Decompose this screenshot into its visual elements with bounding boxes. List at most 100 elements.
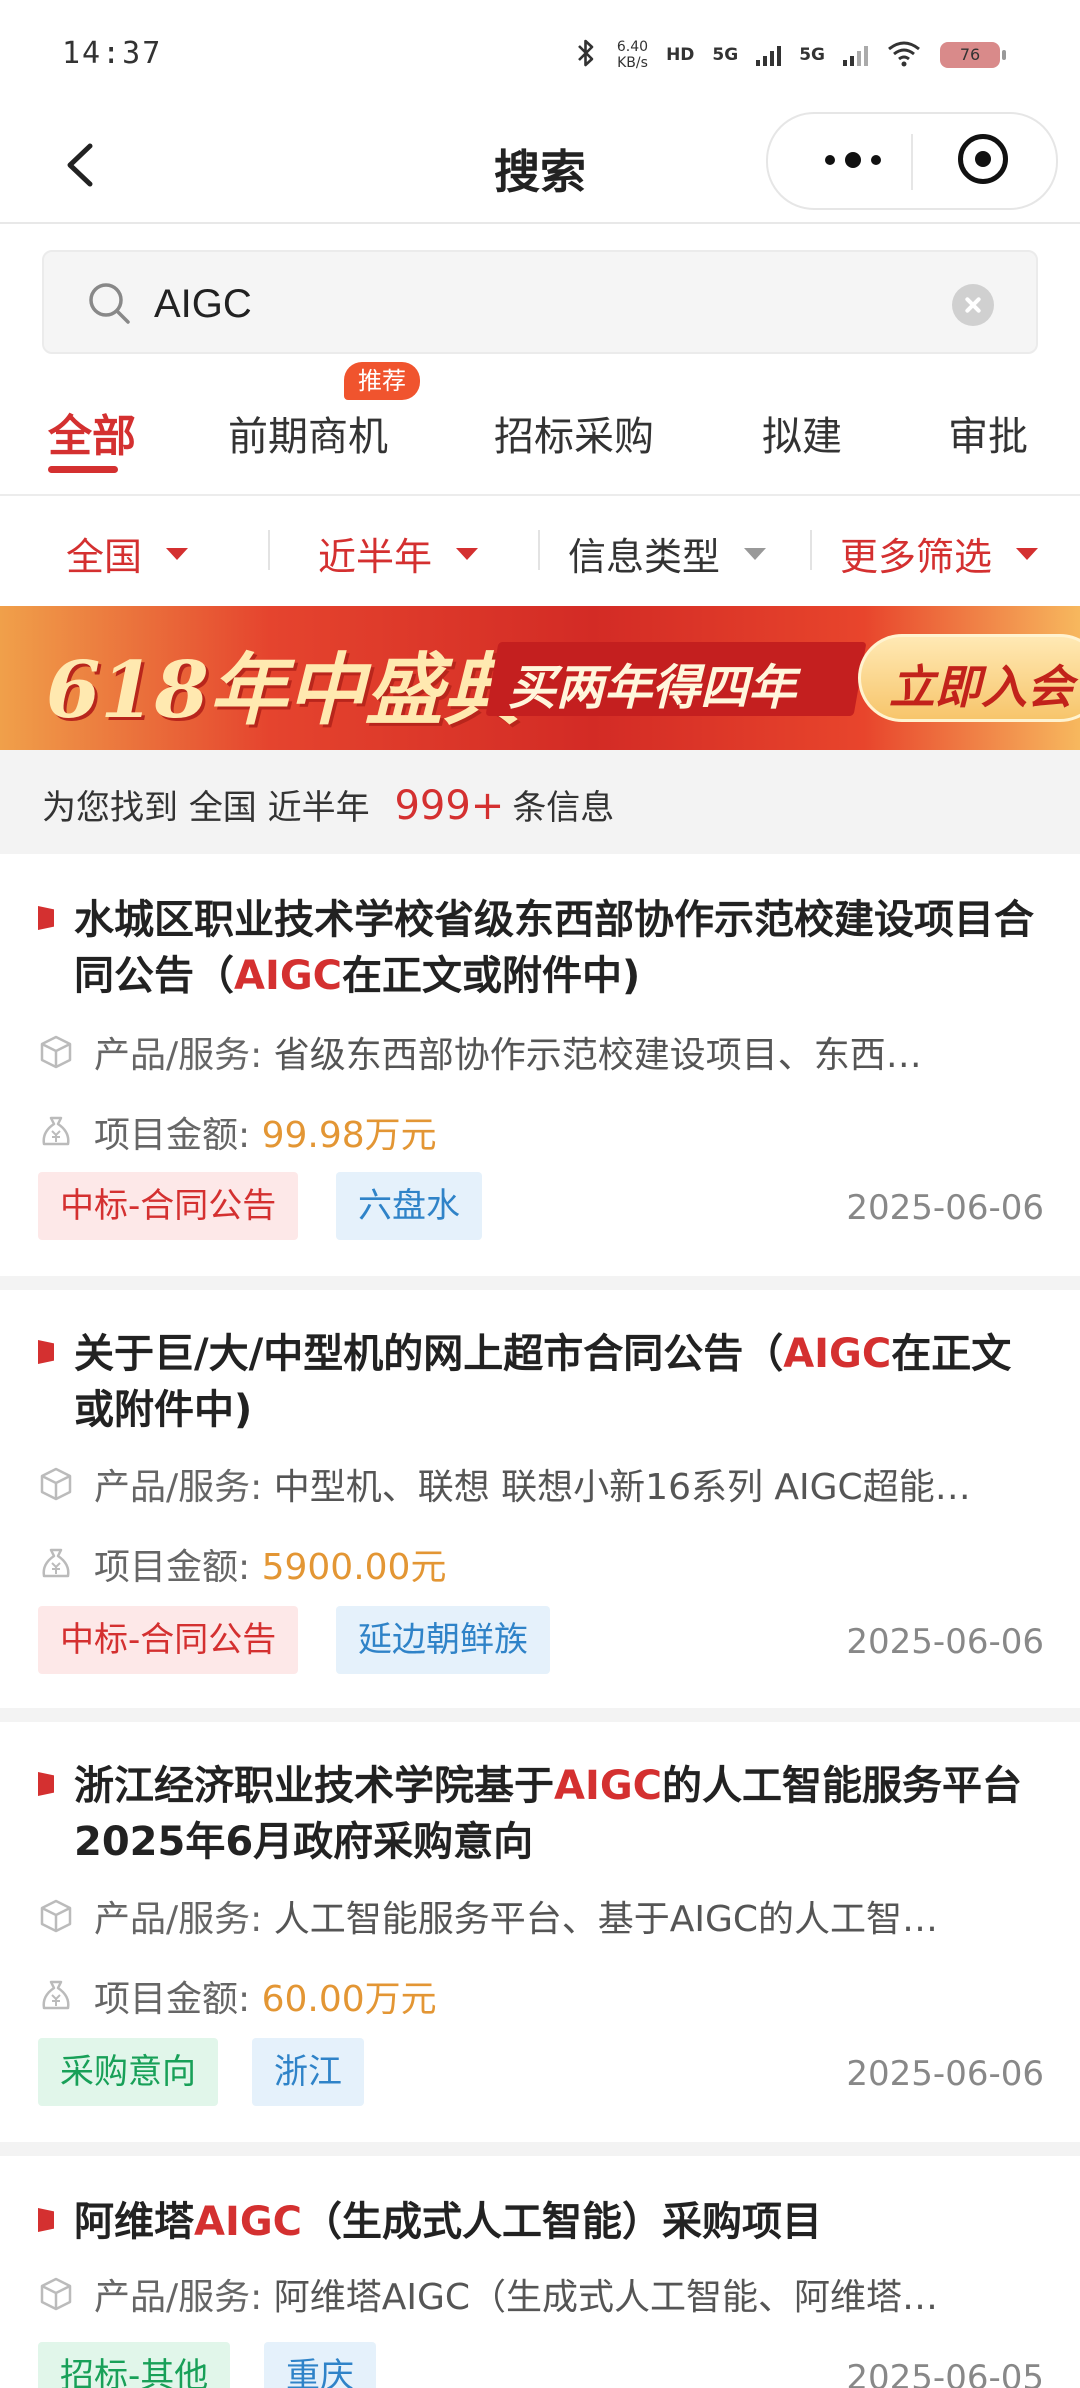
network-speed: 6.40 KB/s [617,39,648,71]
result-title[interactable]: 浙江经济职业技术学院基于AIGC的人工智能服务平台2025年6月政府采购意向 [74,1758,1044,1870]
product-label: 产品/服务: [94,2277,263,2318]
title-text: 阿维塔 [74,2199,194,2245]
result-title[interactable]: 阿维塔AIGC（生成式人工智能）采购项目 [74,2194,1044,2250]
more-menu-button[interactable] [808,142,898,178]
tag-region: 延边朝鲜族 [336,1606,550,1674]
result-card[interactable]: 关于巨/大/中型机的网上超市合同公告（AIGC在正文或附件中) 产品/服务: 中… [0,1290,1080,1708]
amount-row: 项目金额: 60.00万元 [38,1970,1038,2022]
tab-tender-procurement[interactable]: 招标采购 [494,404,654,462]
product-value: 人工智能服务平台、基于AIGC的人工智… [273,1899,938,1940]
signal-2-icon [843,44,868,66]
filter-period[interactable]: 近半年 [318,526,479,581]
summary-count: 999+ [394,783,505,829]
network-speed-value: 6.40 [616,39,649,55]
flag-icon [38,1340,54,1364]
filter-divider [538,530,540,570]
result-summary: 为您找到 全国 近半年 999+ 条信息 [0,750,1080,854]
flag-icon [38,1772,54,1796]
filter-info-type-label: 信息类型 [568,535,721,579]
result-card[interactable]: 浙江经济职业技术学院基于AIGC的人工智能服务平台2025年6月政府采购意向 产… [0,1722,1080,2142]
tag-region: 浙江 [252,2038,364,2106]
tag-region: 重庆 [264,2342,376,2388]
filter-info-type[interactable]: 信息类型 [568,526,767,581]
signal-1-icon [756,44,782,66]
product-row: 产品/服务: 中型机、联想 联想小新16系列 AIGC超能… [38,1458,1038,1510]
result-date: 2025-06-06 [846,1188,1044,1228]
search-input[interactable] [154,274,934,334]
box-icon [40,1899,72,1933]
caret-down-icon [456,547,479,560]
status-time: 14:37 [62,36,163,71]
title-text: 在正文或附件中) [342,953,641,999]
title-highlight: AIGC [554,1763,663,1809]
money-bag-icon [42,1548,70,1578]
tab-all[interactable]: 全部 [48,400,136,464]
amount-label: 项目金额: [94,1979,251,2020]
banner-headline: 618年中盛典 [46,645,521,736]
tab-early-opportunities[interactable]: 前期商机 [228,404,388,462]
product-label: 产品/服务: [94,1035,263,1076]
clear-icon[interactable] [952,284,994,326]
product-value: 阿维塔AIGC（生成式人工智能、阿维塔… [273,2277,938,2318]
status-icons: 6.40 KB/s HD 5G 5G 76 [573,30,1006,80]
sim2-label: 5G [799,45,825,65]
amount-value: 5900.00元 [261,1547,447,1588]
filter-region[interactable]: 全国 [66,526,189,581]
title-text: 关于巨/大/中型机的网上超市合同公告（ [74,1331,784,1377]
result-card[interactable]: 阿维塔AIGC（生成式人工智能）采购项目 产品/服务: 阿维塔AIGC（生成式人… [0,2156,1080,2388]
filter-divider [810,530,812,570]
product-label: 产品/服务: [94,1899,263,1940]
title-highlight: AIGC [783,1331,892,1377]
result-title[interactable]: 关于巨/大/中型机的网上超市合同公告（AIGC在正文或附件中) [74,1326,1044,1438]
amount-label: 项目金额: [94,1115,251,1156]
title-text: （生成式人工智能）采购项目 [302,2199,823,2245]
money-bag-icon [42,1116,70,1146]
box-icon [40,2277,72,2311]
status-bar: 14:37 6.40 KB/s HD 5G 5G 76 [0,0,1080,110]
network-speed-unit: KB/s [617,55,648,71]
tab-active-indicator [48,466,118,473]
tag-type: 中标-合同公告 [38,1606,299,1674]
product-row: 产品/服务: 省级东西部协作示范校建设项目、东西… [38,1026,1038,1078]
card-gap [0,2142,1080,2156]
filter-more[interactable]: 更多筛选 [840,526,1039,581]
title-highlight: AIGC [234,953,343,999]
filter-bar: 全国 近半年 信息类型 更多筛选 [0,496,1080,604]
product-row: 产品/服务: 人工智能服务平台、基于AIGC的人工智… [38,1890,1038,1942]
tag-type: 采购意向 [38,2038,218,2106]
wifi-icon [886,39,922,71]
category-tabs: 全部 前期商机 推荐 招标采购 拟建 审批 [0,362,1080,496]
caret-down-icon [166,547,189,560]
filter-region-label: 全国 [66,535,143,579]
tab-proposed[interactable]: 拟建 [762,404,842,462]
summary-region: 全国 [188,788,257,828]
search-icon [89,283,130,324]
product-value: 省级东西部协作示范校建设项目、东西… [273,1035,922,1076]
capsule-divider [911,134,913,190]
search-bar[interactable] [42,250,1038,354]
tab-approval[interactable]: 审批 [948,404,1028,462]
card-gap [0,1708,1080,1722]
hd-icon: HD [666,45,695,65]
box-icon [40,1467,72,1501]
bluetooth-icon [573,37,599,73]
promo-banner[interactable]: 618年中盛典 买两年得四年 立即入会 [0,606,1080,750]
flag-icon [38,906,54,930]
result-card[interactable]: 水城区职业技术学校省级东西部协作示范校建设项目合同公告（AIGC在正文或附件中)… [0,854,1080,1276]
close-miniprogram-button[interactable] [958,134,1008,184]
flag-icon [38,2208,54,2232]
summary-prefix: 为您找到 [42,788,178,828]
amount-row: 项目金额: 99.98万元 [38,1106,1038,1158]
result-date: 2025-06-06 [846,2054,1044,2094]
box-icon [40,1035,72,1069]
miniprogram-capsule [766,112,1058,210]
amount-value: 60.00万元 [261,1979,437,2020]
sim1-label: 5G [712,45,739,65]
title-highlight: AIGC [194,2199,303,2245]
amount-row: 项目金额: 5900.00元 [38,1538,1038,1590]
summary-suffix: 条信息 [512,788,615,828]
join-now-button[interactable]: 立即入会 [858,634,1080,722]
product-row: 产品/服务: 阿维塔AIGC（生成式人工智能、阿维塔… [38,2268,1038,2320]
tag-type: 中标-合同公告 [38,1172,299,1240]
result-title[interactable]: 水城区职业技术学校省级东西部协作示范校建设项目合同公告（AIGC在正文或附件中) [74,892,1044,1004]
